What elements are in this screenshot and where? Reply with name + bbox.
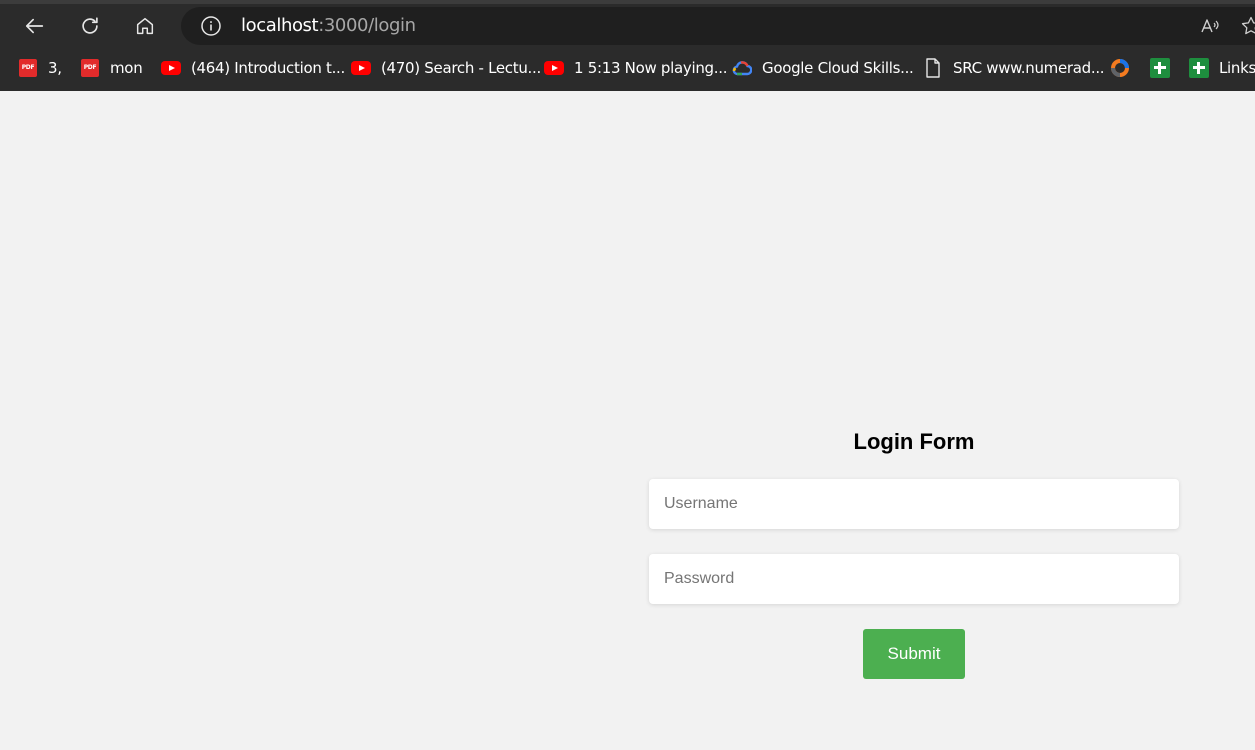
google-sheets-icon	[1189, 58, 1209, 78]
youtube-icon	[161, 59, 181, 77]
pdf-icon: PDF	[80, 59, 100, 77]
bookmark-colorful[interactable]	[1110, 52, 1140, 84]
reload-button[interactable]	[74, 10, 106, 42]
bookmark-now-playing[interactable]: 1 5:13 Now playing...	[544, 52, 727, 84]
bookmark-label: Links	[1219, 59, 1255, 77]
url-host: localhost	[241, 15, 319, 36]
pdf-icon: PDF	[18, 59, 38, 77]
home-icon	[136, 17, 154, 35]
colorful-circle-icon	[1110, 59, 1130, 77]
google-cloud-icon	[732, 59, 752, 77]
username-input[interactable]	[649, 479, 1179, 529]
bookmark-label: 3,	[48, 59, 62, 77]
tab-strip-edge	[0, 0, 1255, 4]
site-info-icon[interactable]	[200, 15, 222, 37]
youtube-icon	[544, 59, 564, 77]
bookmark-search-lecture[interactable]: (470) Search - Lectu...	[351, 52, 541, 84]
reload-icon	[82, 17, 98, 34]
bookmark-label: Google Cloud Skills...	[762, 59, 914, 77]
bookmarks-bar: PDF 3, PDF mon (464) Introduction t... (…	[0, 52, 1255, 84]
page-content: Login Form Submit	[0, 91, 1255, 750]
bookmark-label: (464) Introduction t...	[191, 59, 345, 77]
back-button[interactable]	[19, 10, 51, 42]
submit-button[interactable]: Submit	[863, 629, 965, 679]
url-text[interactable]: localhost:3000/login	[241, 15, 416, 37]
favorite-star-icon[interactable]	[1240, 15, 1255, 37]
bookmark-label: 1 5:13 Now playing...	[574, 59, 728, 77]
bookmark-sheets[interactable]	[1150, 52, 1180, 84]
browser-chrome: localhost:3000/login PDF 3, PDF mon (464…	[0, 0, 1255, 91]
bookmark-introduction[interactable]: (464) Introduction t...	[161, 52, 345, 84]
youtube-icon	[351, 59, 371, 77]
bookmark-numerade[interactable]: SRC www.numerad...	[923, 52, 1105, 84]
bookmark-label: (470) Search - Lectu...	[381, 59, 541, 77]
url-path: :3000/login	[318, 15, 416, 36]
bookmark-label: mon	[110, 59, 143, 77]
bookmark-google-cloud[interactable]: Google Cloud Skills...	[732, 52, 914, 84]
google-sheets-icon	[1150, 58, 1170, 78]
bookmark-label: SRC www.numerad...	[953, 59, 1105, 77]
document-icon	[923, 58, 943, 78]
bookmark-links[interactable]: Links	[1189, 52, 1255, 84]
login-form-title: Login Form	[853, 429, 975, 454]
bookmark-mon[interactable]: PDF mon	[80, 52, 143, 84]
back-arrow-icon	[25, 18, 44, 34]
home-button[interactable]	[129, 10, 161, 42]
bookmark-3[interactable]: PDF 3,	[18, 52, 62, 84]
password-input[interactable]	[649, 554, 1179, 604]
read-aloud-icon[interactable]	[1199, 15, 1221, 37]
